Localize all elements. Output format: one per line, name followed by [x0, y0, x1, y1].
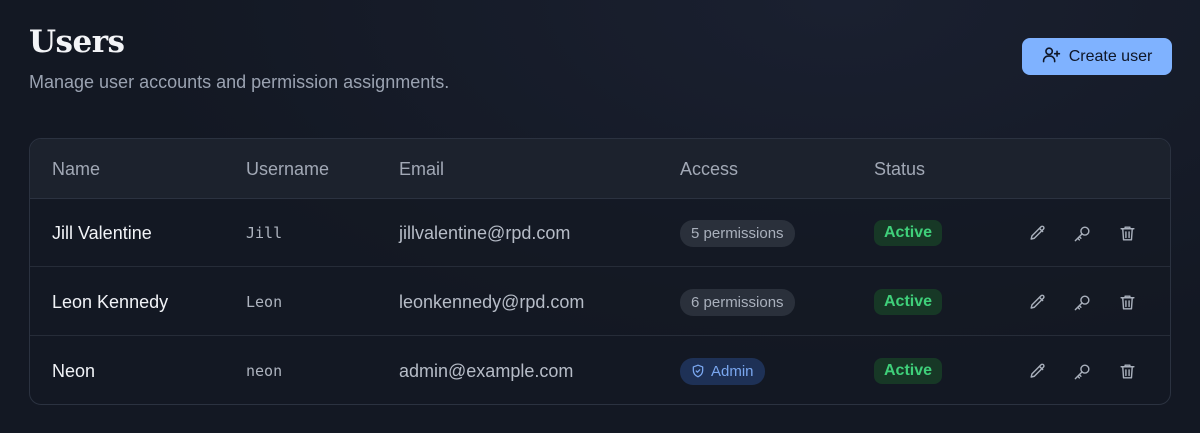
user-plus-icon	[1042, 45, 1061, 69]
trash-icon[interactable]	[1117, 292, 1137, 312]
access-cell: 5 permissions	[680, 199, 795, 267]
key-icon[interactable]	[1072, 223, 1092, 243]
user-username: Leon	[246, 293, 283, 311]
access-cell: Admin	[680, 337, 765, 404]
user-username: neon	[246, 362, 283, 380]
user-name: Jill Valentine	[52, 222, 152, 243]
page-header: Users Manage user accounts and permissio…	[29, 24, 449, 93]
trash-icon[interactable]	[1117, 361, 1137, 381]
column-header-email[interactable]: Email	[399, 159, 444, 180]
row-actions	[1027, 199, 1137, 267]
row-actions	[1027, 268, 1137, 336]
user-name: Neon	[52, 360, 96, 381]
column-header-username[interactable]: Username	[246, 159, 329, 180]
user-email: leonkennedy@rpd.com	[399, 291, 585, 312]
status-cell: Active	[874, 199, 943, 267]
page-subtitle: Manage user accounts and permission assi…	[29, 72, 450, 92]
user-name: Leon Kennedy	[52, 291, 169, 312]
pencil-icon[interactable]	[1027, 361, 1047, 381]
key-icon[interactable]	[1072, 361, 1092, 381]
row-actions	[1027, 337, 1137, 404]
status-badge: Active	[874, 289, 943, 315]
user-email: jillvalentine@rpd.com	[399, 222, 571, 243]
table-row[interactable]: Neon neon admin@example.com Admin Active	[30, 337, 1170, 404]
status-cell: Active	[874, 337, 943, 404]
permissions-badge: 6 permissions	[680, 288, 795, 316]
access-cell: 6 permissions	[680, 268, 795, 336]
permissions-badge: 5 permissions	[680, 219, 795, 247]
column-header-status[interactable]: Status	[874, 159, 925, 180]
admin-label: Admin	[711, 362, 754, 380]
table-header: Name Username Email Access Status	[30, 139, 1170, 199]
create-user-label: Create user	[1068, 47, 1153, 65]
user-email: admin@example.com	[399, 360, 574, 381]
pencil-icon[interactable]	[1027, 223, 1047, 243]
table-row[interactable]: Jill Valentine Jill jillvalentine@rpd.co…	[30, 199, 1170, 267]
shield-icon	[691, 364, 705, 378]
page-title: Users	[29, 24, 125, 60]
status-cell: Active	[874, 268, 943, 336]
key-icon[interactable]	[1072, 292, 1092, 312]
status-badge: Active	[874, 220, 943, 246]
create-user-button[interactable]: Create user	[1022, 38, 1172, 75]
table-row[interactable]: Leon Kennedy Leon leonkennedy@rpd.com 6 …	[30, 268, 1170, 336]
users-table: Name Username Email Access Status Jill V…	[29, 138, 1171, 405]
column-header-access[interactable]: Access	[680, 159, 738, 180]
user-username: Jill	[246, 224, 283, 242]
pencil-icon[interactable]	[1027, 292, 1047, 312]
column-header-name[interactable]: Name	[52, 159, 100, 180]
admin-badge: Admin	[680, 357, 765, 385]
status-badge: Active	[874, 358, 943, 384]
trash-icon[interactable]	[1117, 223, 1137, 243]
